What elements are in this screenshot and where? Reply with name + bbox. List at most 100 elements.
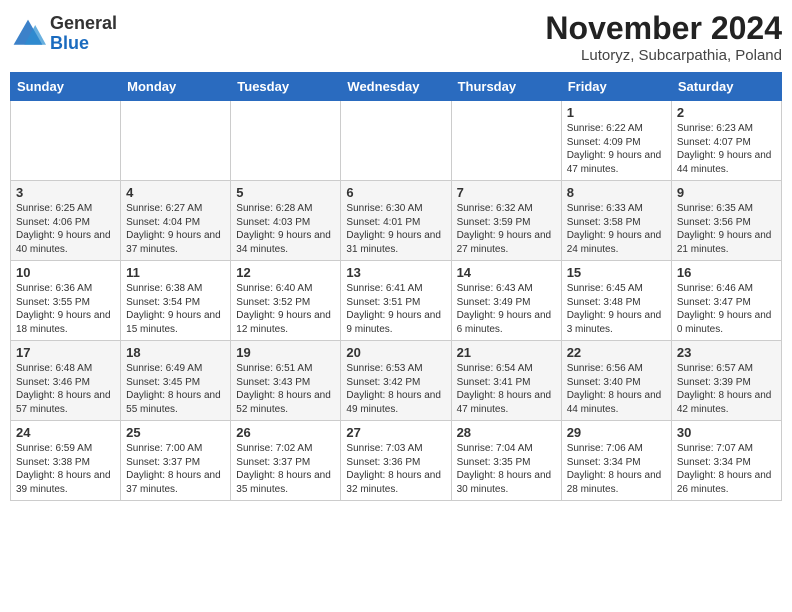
calendar-cell: 11Sunrise: 6:38 AM Sunset: 3:54 PM Dayli… [121, 261, 231, 341]
day-info: Sunrise: 6:27 AM Sunset: 4:04 PM Dayligh… [126, 202, 225, 256]
day-info: Sunrise: 6:59 AM Sunset: 3:38 PM Dayligh… [16, 442, 115, 496]
day-number: 15 [567, 265, 666, 280]
calendar-cell [121, 101, 231, 181]
logo-general-text: General [50, 14, 117, 34]
calendar-cell: 28Sunrise: 7:04 AM Sunset: 3:35 PM Dayli… [451, 421, 561, 501]
header: General Blue November 2024 Lutoryz, Subc… [10, 10, 782, 64]
calendar-cell: 8 Sunrise: 6:33 AM Sunset: 3:58 PM Daylig… [561, 181, 671, 261]
calendar-week-5: 24 Sunrise: 6:59 AM Sunset: 3:38 PM Dayli… [11, 421, 782, 501]
calendar-cell: 14Sunrise: 6:43 AM Sunset: 3:49 PM Dayli… [451, 261, 561, 341]
day-info: Sunrise: 6:51 AM Sunset: 3:43 PM Dayligh… [236, 362, 335, 416]
day-number: 21 [457, 345, 556, 360]
calendar-cell: 15 Sunrise: 6:45 AM Sunset: 3:48 PM Dayli… [561, 261, 671, 341]
day-info: Sunrise: 6:45 AM Sunset: 3:48 PM Dayligh… [567, 282, 666, 336]
day-info: Sunrise: 6:23 AM Sunset: 4:07 PM Dayligh… [677, 122, 776, 176]
weekday-header-row: SundayMondayTuesdayWednesdayThursdayFrid… [11, 73, 782, 101]
calendar-cell: 3Sunrise: 6:25 AM Sunset: 4:06 PM Daylig… [11, 181, 121, 261]
day-info: Sunrise: 6:56 AM Sunset: 3:40 PM Dayligh… [567, 362, 666, 416]
day-info: Sunrise: 7:04 AM Sunset: 3:35 PM Dayligh… [457, 442, 556, 496]
calendar-cell: 21 Sunrise: 6:54 AM Sunset: 3:41 PM Dayli… [451, 341, 561, 421]
day-number: 9 [677, 185, 776, 200]
day-info: Sunrise: 6:28 AM Sunset: 4:03 PM Dayligh… [236, 202, 335, 256]
day-info: Sunrise: 7:07 AM Sunset: 3:34 PM Dayligh… [677, 442, 776, 496]
day-number: 10 [16, 265, 115, 280]
calendar-cell: 12Sunrise: 6:40 AM Sunset: 3:52 PM Dayli… [231, 261, 341, 341]
day-info: Sunrise: 6:49 AM Sunset: 3:45 PM Dayligh… [126, 362, 225, 416]
day-number: 17 [16, 345, 115, 360]
day-number: 16 [677, 265, 776, 280]
day-info: Sunrise: 6:54 AM Sunset: 3:41 PM Dayligh… [457, 362, 556, 416]
calendar-week-2: 3Sunrise: 6:25 AM Sunset: 4:06 PM Daylig… [11, 181, 782, 261]
day-info: Sunrise: 6:38 AM Sunset: 3:54 PM Dayligh… [126, 282, 225, 336]
day-number: 29 [567, 425, 666, 440]
weekday-header-monday: Monday [121, 73, 231, 101]
day-info: Sunrise: 6:57 AM Sunset: 3:39 PM Dayligh… [677, 362, 776, 416]
calendar-cell: 9 Sunrise: 6:35 AM Sunset: 3:56 PM Daylig… [671, 181, 781, 261]
day-info: Sunrise: 6:53 AM Sunset: 3:42 PM Dayligh… [346, 362, 445, 416]
title-area: November 2024 Lutoryz, Subcarpathia, Pol… [545, 10, 782, 64]
day-info: Sunrise: 7:06 AM Sunset: 3:34 PM Dayligh… [567, 442, 666, 496]
calendar-cell: 7 Sunrise: 6:32 AM Sunset: 3:59 PM Daylig… [451, 181, 561, 261]
calendar-cell [451, 101, 561, 181]
day-info: Sunrise: 6:48 AM Sunset: 3:46 PM Dayligh… [16, 362, 115, 416]
calendar-body: 1Sunrise: 6:22 AM Sunset: 4:09 PM Daylig… [11, 101, 782, 501]
calendar-header: SundayMondayTuesdayWednesdayThursdayFrid… [11, 73, 782, 101]
weekday-header-friday: Friday [561, 73, 671, 101]
day-number: 27 [346, 425, 445, 440]
calendar-cell: 30 Sunrise: 7:07 AM Sunset: 3:34 PM Dayli… [671, 421, 781, 501]
calendar-cell: 13 Sunrise: 6:41 AM Sunset: 3:51 PM Dayli… [341, 261, 451, 341]
calendar-week-1: 1Sunrise: 6:22 AM Sunset: 4:09 PM Daylig… [11, 101, 782, 181]
calendar: SundayMondayTuesdayWednesdayThursdayFrid… [10, 72, 782, 501]
location-title: Lutoryz, Subcarpathia, Poland [545, 47, 782, 64]
weekday-header-tuesday: Tuesday [231, 73, 341, 101]
logo: General Blue [10, 14, 117, 54]
day-number: 25 [126, 425, 225, 440]
day-number: 8 [567, 185, 666, 200]
day-info: Sunrise: 6:33 AM Sunset: 3:58 PM Dayligh… [567, 202, 666, 256]
calendar-cell [231, 101, 341, 181]
day-info: Sunrise: 7:03 AM Sunset: 3:36 PM Dayligh… [346, 442, 445, 496]
day-number: 13 [346, 265, 445, 280]
day-number: 1 [567, 105, 666, 120]
calendar-cell: 5Sunrise: 6:28 AM Sunset: 4:03 PM Daylig… [231, 181, 341, 261]
day-number: 22 [567, 345, 666, 360]
calendar-cell: 19 Sunrise: 6:51 AM Sunset: 3:43 PM Dayli… [231, 341, 341, 421]
day-info: Sunrise: 6:35 AM Sunset: 3:56 PM Dayligh… [677, 202, 776, 256]
day-info: Sunrise: 6:46 AM Sunset: 3:47 PM Dayligh… [677, 282, 776, 336]
calendar-week-3: 10 Sunrise: 6:36 AM Sunset: 3:55 PM Dayli… [11, 261, 782, 341]
weekday-header-thursday: Thursday [451, 73, 561, 101]
day-number: 4 [126, 185, 225, 200]
day-number: 2 [677, 105, 776, 120]
calendar-cell: 18 Sunrise: 6:49 AM Sunset: 3:45 PM Dayli… [121, 341, 231, 421]
weekday-header-wednesday: Wednesday [341, 73, 451, 101]
month-title: November 2024 [545, 10, 782, 47]
day-info: Sunrise: 7:00 AM Sunset: 3:37 PM Dayligh… [126, 442, 225, 496]
day-number: 24 [16, 425, 115, 440]
weekday-header-sunday: Sunday [11, 73, 121, 101]
day-number: 26 [236, 425, 335, 440]
day-number: 6 [346, 185, 445, 200]
calendar-cell: 6 Sunrise: 6:30 AM Sunset: 4:01 PM Daylig… [341, 181, 451, 261]
day-number: 23 [677, 345, 776, 360]
logo-blue-text: Blue [50, 34, 117, 54]
calendar-cell: 26 Sunrise: 7:02 AM Sunset: 3:37 PM Dayli… [231, 421, 341, 501]
calendar-cell: 16 Sunrise: 6:46 AM Sunset: 3:47 PM Dayli… [671, 261, 781, 341]
day-number: 14 [457, 265, 556, 280]
day-number: 20 [346, 345, 445, 360]
calendar-cell: 1Sunrise: 6:22 AM Sunset: 4:09 PM Daylig… [561, 101, 671, 181]
day-info: Sunrise: 7:02 AM Sunset: 3:37 PM Dayligh… [236, 442, 335, 496]
calendar-cell: 20 Sunrise: 6:53 AM Sunset: 3:42 PM Dayli… [341, 341, 451, 421]
day-number: 7 [457, 185, 556, 200]
calendar-cell: 29 Sunrise: 7:06 AM Sunset: 3:34 PM Dayli… [561, 421, 671, 501]
day-info: Sunrise: 6:30 AM Sunset: 4:01 PM Dayligh… [346, 202, 445, 256]
calendar-cell: 24 Sunrise: 6:59 AM Sunset: 3:38 PM Dayli… [11, 421, 121, 501]
day-number: 19 [236, 345, 335, 360]
day-info: Sunrise: 6:41 AM Sunset: 3:51 PM Dayligh… [346, 282, 445, 336]
day-info: Sunrise: 6:32 AM Sunset: 3:59 PM Dayligh… [457, 202, 556, 256]
calendar-cell [341, 101, 451, 181]
calendar-cell: 10 Sunrise: 6:36 AM Sunset: 3:55 PM Dayli… [11, 261, 121, 341]
day-number: 30 [677, 425, 776, 440]
calendar-cell: 27 Sunrise: 7:03 AM Sunset: 3:36 PM Dayli… [341, 421, 451, 501]
day-info: Sunrise: 6:36 AM Sunset: 3:55 PM Dayligh… [16, 282, 115, 336]
day-number: 18 [126, 345, 225, 360]
